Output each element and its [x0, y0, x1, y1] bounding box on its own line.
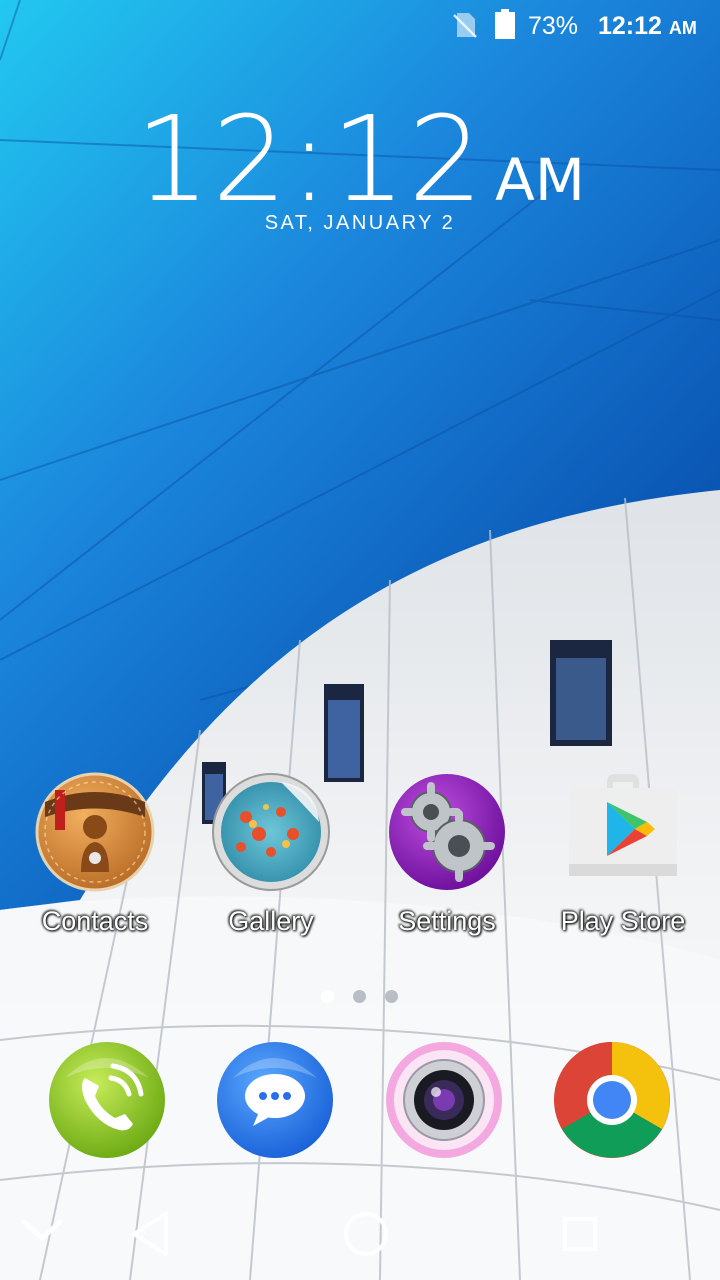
settings-icon — [389, 774, 505, 890]
page-indicator — [0, 990, 720, 1004]
phone-icon[interactable] — [45, 1038, 169, 1162]
chrome-icon[interactable] — [550, 1038, 674, 1162]
clock-date: SAT, JANUARY 2 — [264, 212, 456, 234]
battery-percentage: 73% — [528, 12, 579, 40]
collapse-icon[interactable] — [20, 1214, 64, 1244]
battery-icon — [495, 9, 515, 39]
app-label: Contacts — [41, 906, 149, 936]
gallery-icon — [212, 773, 330, 891]
page-dot-active — [321, 990, 334, 1003]
app-label: Settings — [398, 906, 496, 936]
app-gallery[interactable]: Gallery — [186, 772, 356, 937]
status-time: 12:12 AM — [598, 12, 697, 40]
navigation-bar — [0, 1180, 720, 1280]
recents-icon[interactable] — [560, 1214, 600, 1254]
play-store-icon — [569, 774, 677, 876]
camera-icon[interactable] — [382, 1038, 506, 1162]
app-label: Gallery — [228, 906, 314, 936]
status-bar: 73% 12:12 AM — [0, 0, 720, 50]
page-dot — [385, 990, 398, 1003]
clock-ampm: AM — [495, 146, 585, 214]
app-settings[interactable]: Settings — [362, 772, 532, 937]
back-icon[interactable] — [128, 1210, 172, 1258]
app-play-store[interactable]: Play Store — [538, 772, 708, 937]
contacts-icon — [35, 772, 155, 892]
app-label: Play Store — [560, 906, 686, 936]
app-contacts[interactable]: Contacts — [10, 772, 180, 937]
clock-time: 12:12 — [135, 90, 486, 228]
home-icon[interactable] — [340, 1208, 392, 1260]
no-sim-icon — [453, 13, 477, 38]
page-dot — [353, 990, 366, 1003]
messaging-icon[interactable] — [213, 1038, 337, 1162]
clock-widget[interactable]: 12:12 AM — [0, 90, 720, 228]
